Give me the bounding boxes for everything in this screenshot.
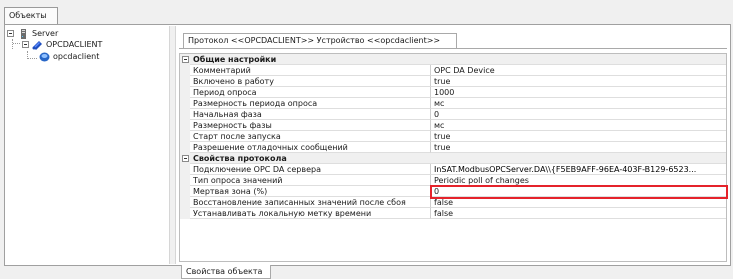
property-value[interactable]: 0 xyxy=(431,109,726,120)
property-row[interactable]: Включено в работу true xyxy=(180,76,726,87)
top-tab-strip: Объекты xyxy=(0,0,733,24)
property-name: Разрешение отладочных сообщений xyxy=(190,142,431,153)
row-margin xyxy=(180,186,190,197)
property-name: Размерность периода опроса xyxy=(190,98,431,109)
property-name: Тип опроса значений xyxy=(190,175,431,186)
property-name: Размерность фазы xyxy=(190,120,431,131)
category-title: Общие настройки xyxy=(190,54,726,65)
property-value[interactable]: true xyxy=(431,131,726,142)
tab-object-properties[interactable]: Свойства объекта xyxy=(181,265,271,279)
property-name: Период опроса xyxy=(190,87,431,98)
property-row[interactable]: Комментарий OPC DA Device xyxy=(180,65,726,76)
collapse-toggle[interactable] xyxy=(182,56,189,63)
properties-pane: Протокол <<OPCDACLIENT>> Устройство <<op… xyxy=(177,26,729,264)
tree-label-opc-client: OPCDACLIENT xyxy=(46,40,103,49)
tab-objects[interactable]: Объекты xyxy=(4,7,58,24)
row-margin xyxy=(180,109,190,120)
property-row[interactable]: Период опроса 1000 xyxy=(180,87,726,98)
category-general[interactable]: Общие настройки xyxy=(180,54,726,65)
property-row[interactable]: Начальная фаза 0 xyxy=(180,109,726,120)
property-value[interactable]: false xyxy=(431,197,726,208)
property-value[interactable]: OPC DA Device xyxy=(431,65,726,76)
server-icon xyxy=(18,29,29,39)
property-name: Комментарий xyxy=(190,65,431,76)
property-row[interactable]: Размерность фазы мс xyxy=(180,120,726,131)
row-margin xyxy=(180,65,190,76)
property-name: Включено в работу xyxy=(190,76,431,87)
property-row[interactable]: Размерность периода опроса мс xyxy=(180,98,726,109)
property-row[interactable]: Старт после запуска true xyxy=(180,131,726,142)
property-row[interactable]: Тип опроса значений Periodic poll of cha… xyxy=(180,175,726,186)
row-margin xyxy=(180,76,190,87)
property-row[interactable]: Мертвая зона (%) 0 xyxy=(180,186,726,197)
property-row[interactable]: Разрешение отладочных сообщений true xyxy=(180,142,726,153)
row-margin xyxy=(180,175,190,186)
property-value[interactable]: true xyxy=(431,142,726,153)
tab-protocol-device[interactable]: Протокол <<OPCDACLIENT>> Устройство <<op… xyxy=(183,33,457,48)
property-value[interactable]: InSAT.ModbusOPCServer.DA\\{F5EB9AFF-96EA… xyxy=(431,164,726,175)
device-icon xyxy=(39,52,50,62)
row-margin xyxy=(180,142,190,153)
property-name: Устанавливать локальную метку времени xyxy=(190,208,431,219)
collapse-toggle[interactable] xyxy=(22,41,29,48)
tree-connector xyxy=(12,39,13,49)
collapse-toggle[interactable] xyxy=(7,30,14,37)
property-row[interactable]: Восстановление записанных значений после… xyxy=(180,197,726,208)
tree-connector xyxy=(13,43,20,44)
tab-baseline xyxy=(179,48,727,49)
row-margin xyxy=(180,164,190,175)
property-value[interactable]: мс xyxy=(431,98,726,109)
property-row[interactable]: Подключение OPC DA сервера InSAT.ModbusO… xyxy=(180,164,726,175)
property-value[interactable]: Periodic poll of changes xyxy=(431,175,726,186)
row-margin xyxy=(180,120,190,131)
row-margin xyxy=(180,197,190,208)
property-name: Мертвая зона (%) xyxy=(190,186,431,197)
row-margin xyxy=(180,87,190,98)
category-title: Свойства протокола xyxy=(190,153,726,164)
property-row[interactable]: Устанавливать локальную метку времени fa… xyxy=(180,208,726,219)
property-name: Начальная фаза xyxy=(190,109,431,120)
row-margin xyxy=(180,208,190,219)
property-name: Старт после запуска xyxy=(190,131,431,142)
object-tree: Server OPCDACLIENT opcdaclient xyxy=(5,26,167,264)
collapse-toggle[interactable] xyxy=(182,155,189,162)
property-grid: Общие настройки Комментарий OPC DA Devic… xyxy=(179,53,727,262)
row-margin xyxy=(180,131,190,142)
opc-client-icon xyxy=(32,40,43,50)
property-value[interactable]: false xyxy=(431,208,726,219)
row-margin xyxy=(180,98,190,109)
property-name: Восстановление записанных значений после… xyxy=(190,197,431,208)
property-value[interactable]: мс xyxy=(431,120,726,131)
property-value[interactable]: true xyxy=(431,76,726,87)
tree-connector xyxy=(27,58,37,59)
tree-label-device: opcdaclient xyxy=(53,52,100,61)
property-value[interactable]: 1000 xyxy=(431,87,726,98)
category-protocol[interactable]: Свойства протокола xyxy=(180,153,726,164)
pane-splitter[interactable] xyxy=(169,26,176,264)
app-root: Объекты Server OPCDACLIENT opcdaclient П… xyxy=(0,0,733,279)
property-value[interactable]: 0 xyxy=(431,186,726,197)
property-name: Подключение OPC DA сервера xyxy=(190,164,431,175)
